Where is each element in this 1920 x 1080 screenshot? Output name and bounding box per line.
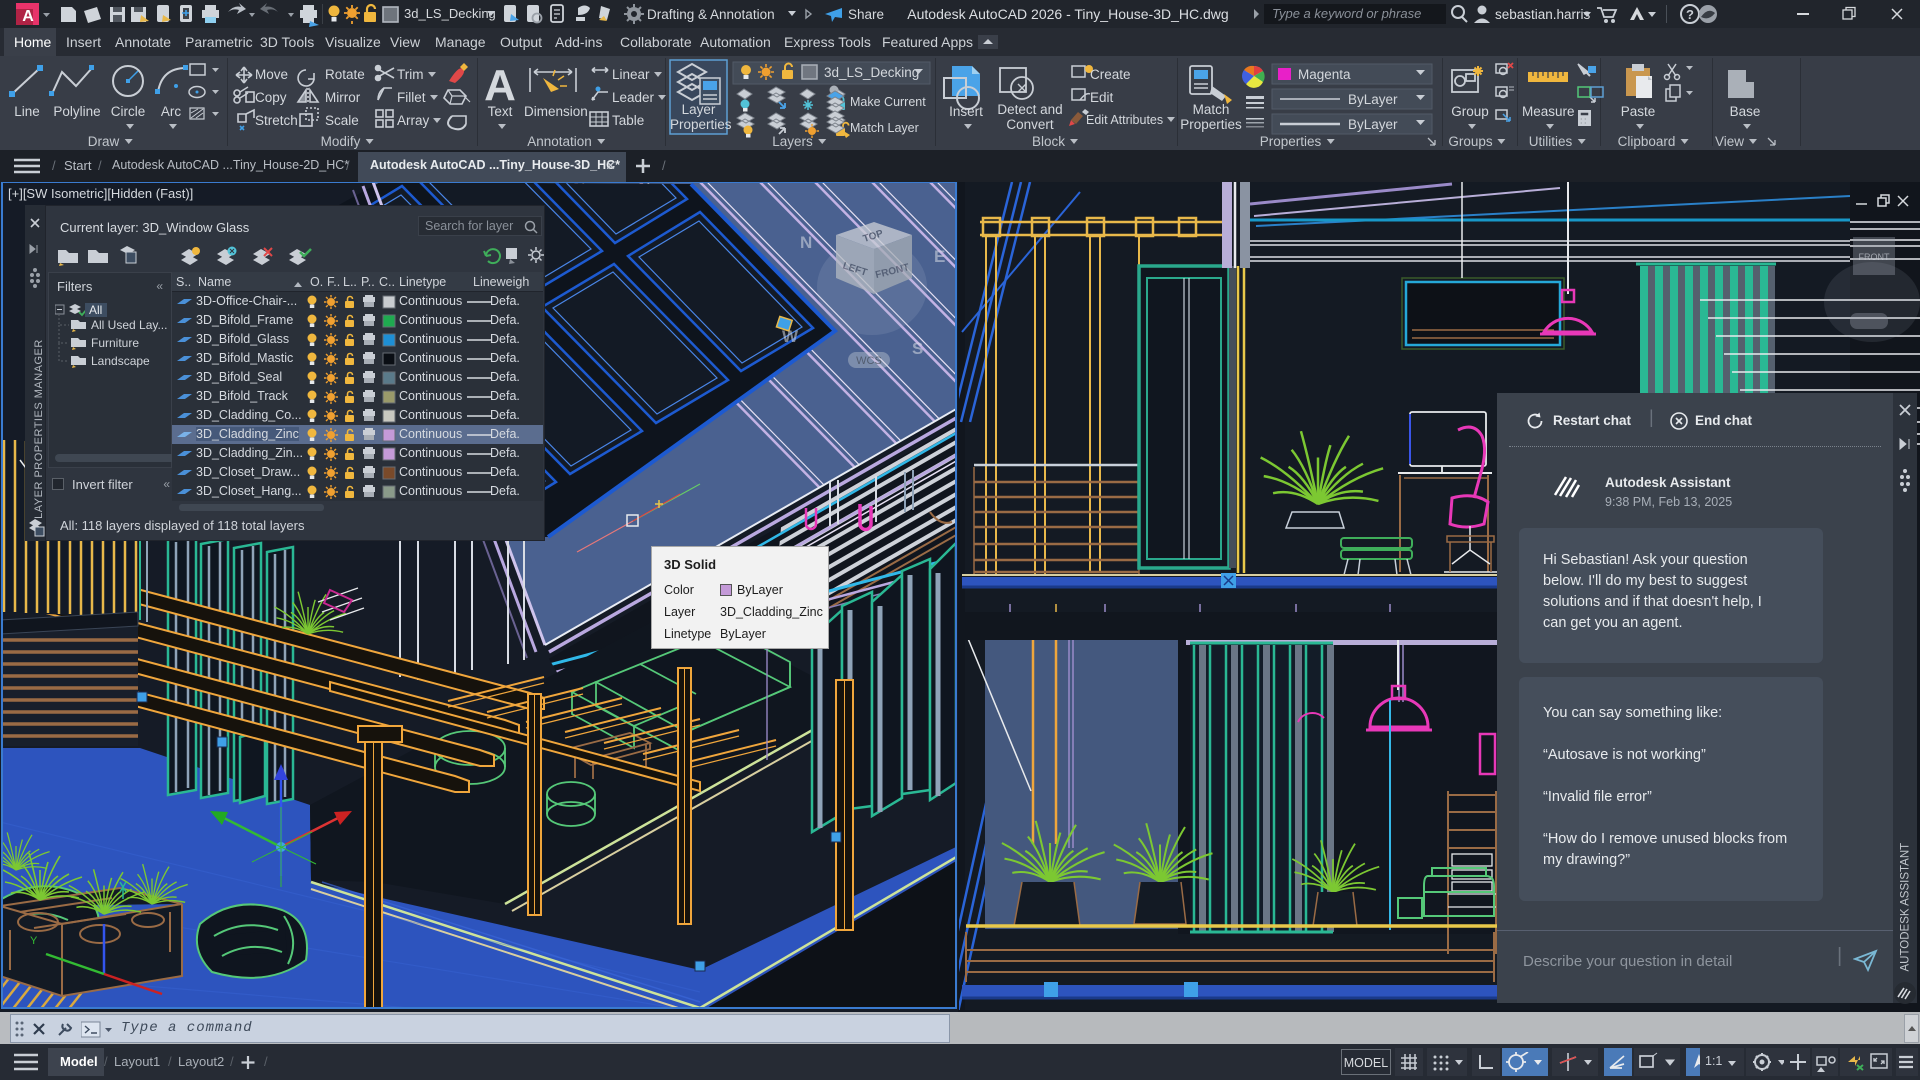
svg-text:All: All: [89, 303, 102, 317]
svg-text:ByLayer: ByLayer: [1348, 92, 1398, 107]
svg-text:Autodesk AutoCAD 2026 - Tiny_H: Autodesk AutoCAD 2026 - Tiny_House-3D_HC…: [907, 6, 1228, 22]
svg-text:Y: Y: [30, 935, 38, 947]
svg-text:W: W: [782, 327, 799, 346]
svg-text:E: E: [934, 247, 945, 266]
svg-text:Share: Share: [848, 7, 884, 22]
svg-text:WCS: WCS: [856, 355, 882, 367]
svg-text:N: N: [800, 233, 812, 252]
svg-text:Landscape: Landscape: [91, 354, 150, 368]
svg-text:3d_LS_Decking: 3d_LS_Decking: [404, 6, 496, 21]
svg-text:3d_LS_Decking: 3d_LS_Decking: [824, 65, 919, 80]
svg-text:ByLayer: ByLayer: [1348, 117, 1398, 132]
svg-text:Magenta: Magenta: [1298, 67, 1351, 82]
svg-text:Make Current: Make Current: [850, 95, 926, 109]
svg-text:sebastian.harris: sebastian.harris: [1495, 7, 1591, 22]
svg-text:All Used Lay...: All Used Lay...: [91, 318, 167, 332]
svg-text:FRONT: FRONT: [1859, 252, 1890, 262]
svg-text:A: A: [484, 61, 516, 110]
svg-text:[+][SW Isometric][Hidden (Fast: [+][SW Isometric][Hidden (Fast)]: [8, 186, 193, 201]
svg-text:Type a keyword or phrase: Type a keyword or phrase: [1272, 6, 1421, 21]
svg-text:Drafting & Annotation: Drafting & Annotation: [647, 7, 775, 22]
svg-text:?: ?: [1686, 7, 1694, 22]
svg-text:Furniture: Furniture: [91, 336, 139, 350]
svg-text:S: S: [912, 339, 923, 358]
svg-text:Match Layer: Match Layer: [850, 121, 919, 135]
svg-text:A: A: [22, 8, 34, 25]
